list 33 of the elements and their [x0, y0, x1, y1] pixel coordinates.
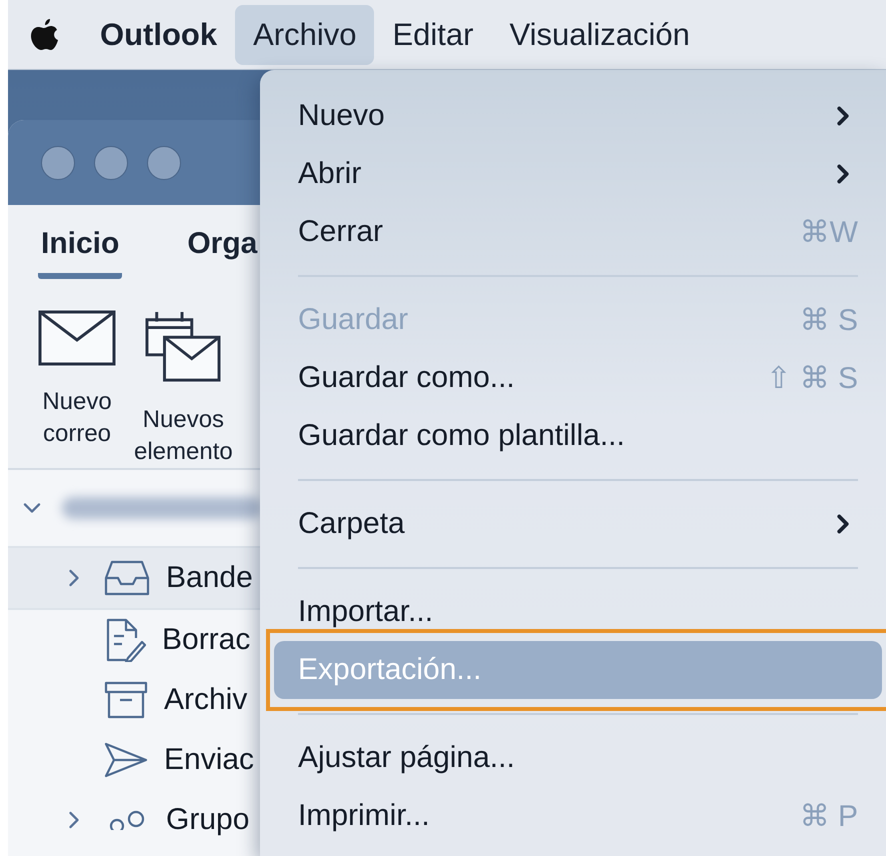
- app-menu[interactable]: Outlook: [82, 4, 236, 64]
- window-control-button[interactable]: [147, 146, 181, 180]
- menu-title[interactable]: Archivo: [235, 4, 374, 64]
- menu-title[interactable]: Visualización: [491, 4, 708, 64]
- send-icon: [104, 742, 148, 778]
- folder-name: Enviac: [164, 743, 254, 777]
- calendar-envelope-icon: [144, 310, 222, 384]
- folder-name: Archiv: [164, 683, 248, 717]
- inbox-tray-icon: [104, 560, 150, 596]
- folder-name: Grupo: [166, 803, 250, 837]
- keyboard-shortcut: ⌘ P: [800, 798, 858, 834]
- ribbon-button-label[interactable]: Nuevo correo: [42, 386, 112, 450]
- menu-item[interactable]: Abrir: [260, 145, 886, 203]
- apple-logo-icon[interactable]: [30, 18, 58, 52]
- menu-item[interactable]: Guardar como... ⇧ ⌘ S: [260, 349, 886, 407]
- folder-row[interactable]: Archiv: [8, 670, 270, 730]
- keyboard-shortcut: ⌘ S: [800, 302, 858, 338]
- ribbon-tab[interactable]: Orga: [184, 227, 260, 279]
- draft-document-icon: [104, 618, 146, 662]
- menu-item[interactable]: Nuevo: [260, 87, 886, 145]
- ribbon-tab[interactable]: Inicio: [38, 227, 122, 279]
- ribbon-button-label[interactable]: Nuevos elemento: [134, 404, 233, 468]
- archive-box-icon: [104, 681, 148, 719]
- keyboard-shortcut: ⇧ ⌘ S: [766, 360, 858, 396]
- menu-title[interactable]: Editar: [374, 4, 492, 64]
- menu-item[interactable]: Cerrar ⌘W: [260, 203, 886, 261]
- folder-name: Borrac: [162, 623, 250, 657]
- menu-item[interactable]: Guardar como plantilla...: [260, 407, 886, 465]
- window-control-button[interactable]: [41, 146, 75, 180]
- folder-name: Bande: [166, 561, 253, 595]
- keyboard-shortcut: ⌘W: [800, 214, 858, 250]
- envelope-icon: [38, 310, 116, 366]
- window-control-button[interactable]: [94, 146, 128, 180]
